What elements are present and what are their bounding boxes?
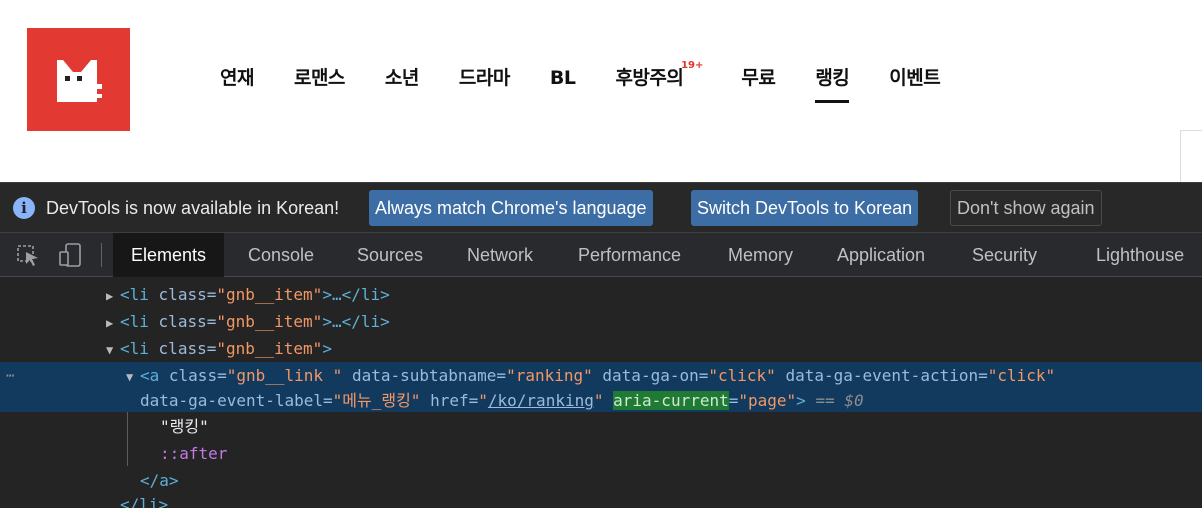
attr-value: "gnb__link " — [226, 366, 343, 385]
nav-link-boys[interactable]: 소년 — [385, 62, 419, 94]
expand-arrow-icon[interactable]: ▶ — [106, 283, 120, 310]
tag-close: </a> — [140, 471, 179, 490]
tag-close: </li> — [120, 495, 169, 508]
cat-logo-icon — [57, 60, 102, 102]
gnb-item: 로맨스 — [274, 62, 365, 102]
infobar-message: DevTools is now available in Korean! — [46, 198, 340, 218]
tag-close: >…</li> — [322, 312, 390, 331]
toolbar-divider — [101, 243, 102, 267]
tag-open: <li — [120, 285, 149, 304]
href-link[interactable]: /ko/ranking — [488, 391, 594, 410]
nav-link-bl[interactable]: BL — [550, 62, 576, 94]
gnb-item-active: 랭킹 — [795, 62, 869, 102]
tag-open: <li — [120, 339, 149, 358]
tag-close: >…</li> — [322, 285, 390, 304]
attr-value: "ranking" — [506, 366, 593, 385]
gnb-item: BL — [530, 62, 596, 102]
device-toggle-icon[interactable] — [58, 243, 84, 267]
dom-text-node[interactable]: "랭킹" — [160, 413, 209, 440]
attr-name: class= — [158, 312, 217, 331]
attr-name: href= — [430, 391, 479, 410]
tab-network[interactable]: Network — [467, 233, 533, 277]
attr-name: data-ga-event-action= — [785, 366, 988, 385]
global-nav: 연재 로맨스 소년 드라마 BL 후방주의 19+ 무료 랭킹 이벤트 — [200, 60, 960, 102]
attr-name: data-ga-on= — [602, 366, 709, 385]
tree-indent-guide — [127, 412, 128, 466]
page-edge-box — [1180, 130, 1202, 182]
attr-name: data-subtabname= — [351, 366, 507, 385]
switch-to-korean-button[interactable]: Switch DevTools to Korean — [691, 190, 919, 226]
attr-quote: " — [478, 391, 488, 410]
tab-memory[interactable]: Memory — [728, 233, 793, 277]
pseudo-after: ::after — [160, 444, 228, 463]
info-icon: i — [13, 197, 35, 219]
gnb-item: 소년 — [365, 62, 439, 102]
tab-console[interactable]: Console — [248, 233, 314, 277]
collapse-arrow-icon[interactable]: ▼ — [106, 337, 120, 364]
tag-close: > — [796, 391, 806, 410]
gnb-item: 이벤트 — [869, 62, 960, 102]
attr-value: "gnb__item" — [216, 285, 323, 304]
attr-value: "gnb__item" — [216, 312, 323, 331]
tag-open: <a — [140, 366, 160, 385]
tag-close: > — [322, 339, 332, 358]
tab-lighthouse[interactable]: Lighthouse — [1096, 233, 1184, 277]
row-more-icon[interactable]: ⋯ — [6, 363, 14, 390]
nav-link-ranking[interactable]: 랭킹 — [815, 62, 849, 94]
dom-node-a-attrs[interactable]: data-ga-event-label="메뉴_랭킹" href="/ko/ra… — [140, 387, 864, 414]
tab-elements[interactable]: Elements — [113, 233, 225, 277]
dom-pseudo-element[interactable]: ::after — [160, 440, 227, 467]
attr-name: class= — [158, 285, 217, 304]
search-highlight: aria-current — [613, 391, 729, 410]
nav-link-serial[interactable]: 연재 — [220, 62, 254, 94]
attr-value: "click" — [708, 366, 776, 385]
tag-open: <li — [120, 312, 149, 331]
elements-tree: ⋯ ▶ <li class="gnb__item">…</li> ▶ <li cla… — [0, 277, 1202, 508]
dom-node-a-selected[interactable]: ▼ <a class="gnb__link " data-subtabname="… — [126, 362, 1055, 389]
devtools-tabbar: Elements Console Sources Network Perform… — [0, 233, 1202, 277]
text-node-content: "랭킹" — [160, 417, 209, 436]
nav-link-free[interactable]: 무료 — [741, 62, 775, 94]
gnb-item: 드라마 — [439, 62, 530, 102]
tab-sources[interactable]: Sources — [357, 233, 423, 277]
tab-security[interactable]: Security — [972, 233, 1037, 277]
dont-show-again-button[interactable]: Don't show again — [950, 190, 1102, 226]
devtools-panel: i DevTools is now available in Korean! A… — [0, 182, 1202, 508]
gnb-item: 후방주의 19+ — [595, 60, 721, 102]
inspect-element-icon[interactable] — [16, 243, 42, 267]
attr-value: "page" — [738, 391, 797, 410]
gnb-item: 연재 — [200, 62, 274, 102]
language-infobar: i DevTools is now available in Korean! A… — [0, 183, 1202, 233]
collapse-arrow-icon[interactable]: ▼ — [126, 364, 140, 391]
dom-node-li[interactable]: ▶ <li class="gnb__item">…</li> — [106, 281, 390, 308]
attr-value: "메뉴_랭킹" — [332, 391, 421, 410]
nav-link-drama[interactable]: 드라마 — [459, 62, 510, 94]
adult-badge: 19+ — [681, 60, 704, 71]
attr-value: "gnb__item" — [216, 339, 323, 358]
site-logo[interactable] — [27, 28, 130, 131]
attr-quote: " — [593, 391, 604, 410]
always-match-language-button[interactable]: Always match Chrome's language — [369, 190, 653, 226]
attr-name: class= — [168, 366, 227, 385]
attr-value: "click" — [987, 366, 1056, 385]
attr-equals: = — [728, 391, 739, 410]
expand-arrow-icon[interactable]: ▶ — [106, 310, 120, 337]
dom-close-li[interactable]: </li> — [120, 491, 168, 508]
attr-name: data-ga-event-label= — [140, 391, 333, 410]
nav-link-adult[interactable]: 후방주의 — [615, 62, 683, 94]
tab-application[interactable]: Application — [837, 233, 925, 277]
gnb-item: 무료 — [721, 62, 795, 102]
nav-link-event[interactable]: 이벤트 — [889, 62, 940, 94]
dom-node-li[interactable]: ▶ <li class="gnb__item">…</li> — [106, 308, 390, 335]
selected-node-marker: == $0 — [815, 391, 864, 410]
dom-node-li-expanded[interactable]: ▼ <li class="gnb__item"> — [106, 335, 332, 362]
tab-performance[interactable]: Performance — [578, 233, 681, 277]
site-header: 연재 로맨스 소년 드라마 BL 후방주의 19+ 무료 랭킹 이벤트 — [0, 0, 1202, 182]
dom-close-a[interactable]: </a> — [140, 467, 179, 494]
attr-name: class= — [158, 339, 217, 358]
nav-link-romance[interactable]: 로맨스 — [294, 62, 345, 94]
